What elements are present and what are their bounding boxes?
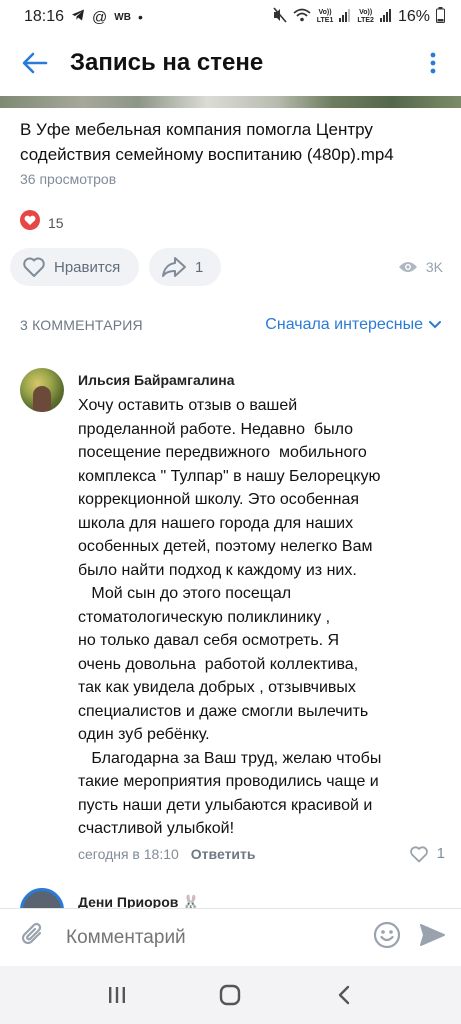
comment-meta: сегодня в 18:10 Ответить 1 bbox=[78, 845, 445, 863]
reaction-count: 15 bbox=[48, 214, 64, 231]
comment-time: сегодня в 18:10 bbox=[78, 845, 179, 862]
comment-item: Дени Приоров 🐰 bbox=[20, 886, 440, 908]
more-vertical-icon bbox=[430, 52, 436, 74]
at-icon: @ bbox=[92, 8, 108, 26]
back-button[interactable] bbox=[18, 46, 52, 80]
send-button[interactable] bbox=[419, 923, 445, 952]
battery-icon bbox=[436, 6, 445, 28]
attach-button[interactable] bbox=[20, 921, 46, 954]
status-time: 18:16 bbox=[24, 8, 65, 25]
views-short: 3K bbox=[425, 259, 443, 275]
chevron-down-icon bbox=[429, 321, 441, 329]
comment-author[interactable]: Дени Приоров 🐰 bbox=[78, 894, 200, 908]
system-nav-bar bbox=[0, 966, 461, 1024]
emoji-icon bbox=[373, 921, 401, 949]
comments-header: 3 КОММЕНТАРИЯ Сначала интересные bbox=[20, 316, 441, 334]
mute-icon bbox=[273, 6, 287, 28]
recents-icon bbox=[108, 987, 125, 1003]
like-label: Нравится bbox=[54, 258, 121, 276]
comment-input[interactable] bbox=[66, 926, 326, 949]
back-arrow-icon bbox=[22, 52, 48, 74]
comment-author[interactable]: Ильсия Байрамгалина bbox=[78, 366, 445, 394]
reactions-summary[interactable]: 15 bbox=[20, 210, 64, 235]
wifi-icon bbox=[293, 8, 311, 27]
comment-like-button[interactable]: 1 bbox=[409, 845, 445, 863]
video-thumbnail[interactable] bbox=[0, 96, 461, 108]
page-title: Запись на стене bbox=[70, 49, 264, 76]
back-nav-button[interactable] bbox=[324, 975, 364, 1015]
attach-icon bbox=[21, 922, 42, 945]
app-bar: Запись на стене bbox=[0, 34, 461, 92]
send-icon bbox=[420, 924, 445, 946]
share-button[interactable]: 1 bbox=[149, 248, 221, 286]
like-outline-icon bbox=[409, 845, 428, 862]
post-actions: Нравится 1 3K bbox=[10, 248, 451, 286]
avatar[interactable] bbox=[20, 368, 64, 412]
signal2-icon bbox=[379, 8, 392, 27]
comment-text: Хочу оставить отзыв о вашей проделанной … bbox=[78, 397, 382, 837]
share-count: 1 bbox=[195, 258, 204, 276]
home-icon bbox=[220, 984, 241, 1006]
sim1-label: Vo)) LTE1 bbox=[316, 9, 334, 24]
comment-like-count: 1 bbox=[436, 845, 445, 862]
views-indicator: 3K bbox=[398, 259, 451, 275]
reply-button[interactable]: Ответить bbox=[191, 846, 256, 862]
dot-icon: • bbox=[137, 9, 143, 25]
views-count: 36 просмотров bbox=[20, 171, 117, 187]
share-icon bbox=[162, 257, 186, 277]
back-nav-icon bbox=[338, 985, 350, 1005]
sim2-label: Vo)) LTE2 bbox=[357, 9, 374, 24]
eye-icon bbox=[398, 262, 417, 272]
heart-icon bbox=[20, 210, 40, 235]
home-button[interactable] bbox=[210, 975, 250, 1015]
avatar[interactable] bbox=[20, 888, 64, 908]
like-button[interactable]: Нравится bbox=[10, 248, 139, 286]
post-title: В Уфе мебельная компания помогла Центру … bbox=[20, 120, 394, 164]
emoji-button[interactable] bbox=[373, 921, 401, 954]
like-outline-icon bbox=[23, 257, 45, 277]
status-bar: 18:16 @ WB • Vo)) LTE1 Vo)) LTE2 16% bbox=[0, 0, 461, 34]
more-button[interactable] bbox=[419, 46, 447, 80]
sort-label: Сначала интересные bbox=[265, 316, 423, 333]
sort-dropdown[interactable]: Сначала интересные bbox=[265, 316, 441, 334]
signal1-icon bbox=[339, 8, 351, 27]
comment-input-bar bbox=[0, 908, 461, 966]
comments-count: 3 КОММЕНТАРИЯ bbox=[20, 317, 143, 333]
telegram-icon bbox=[71, 8, 85, 27]
recents-button[interactable] bbox=[97, 975, 137, 1015]
wb-label: WB bbox=[114, 11, 131, 23]
battery-percent: 16% bbox=[397, 8, 430, 25]
